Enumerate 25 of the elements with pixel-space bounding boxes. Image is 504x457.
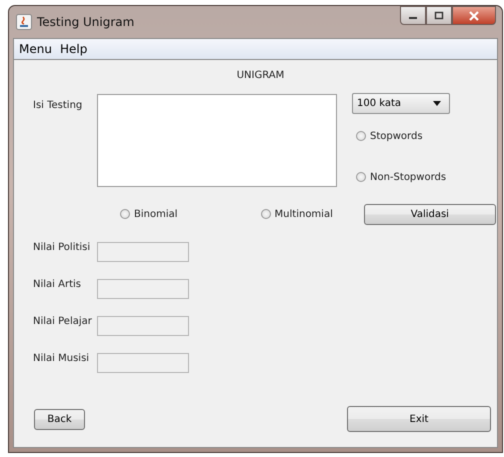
window-title: Testing Unigram [37, 15, 134, 29]
minimize-button[interactable] [400, 6, 426, 25]
menu-item[interactable]: Help [56, 42, 90, 56]
radio-option[interactable]: Binomial [120, 207, 178, 221]
text-area[interactable] [97, 94, 337, 187]
field-label: Nilai Musisi [32, 353, 90, 365]
menu-item[interactable]: Menu [16, 42, 55, 56]
radio-option[interactable]: Non-Stopwords [356, 170, 450, 184]
field-label: Nilai Pelajar [32, 316, 93, 328]
field-label: Isi Testing [32, 100, 84, 113]
back-button[interactable]: Back [34, 408, 85, 430]
field-label: Nilai Politisi [32, 242, 92, 254]
close-button[interactable] [452, 6, 496, 25]
close-icon [468, 10, 480, 20]
app-icon [16, 14, 32, 30]
exit-button[interactable]: Exit [347, 406, 491, 432]
heading: UNIGRAM [236, 70, 284, 81]
field-label: Nilai Artis [32, 279, 82, 291]
maximize-icon [434, 11, 444, 20]
dropdown[interactable]: 100 kata [352, 93, 450, 114]
maximize-button[interactable] [426, 6, 452, 25]
caret-icon [433, 101, 441, 106]
radio-option[interactable]: Stopwords [356, 129, 450, 143]
radio-option[interactable]: Multinomial [260, 207, 333, 221]
validate-button[interactable]: Validasi [364, 204, 496, 224]
